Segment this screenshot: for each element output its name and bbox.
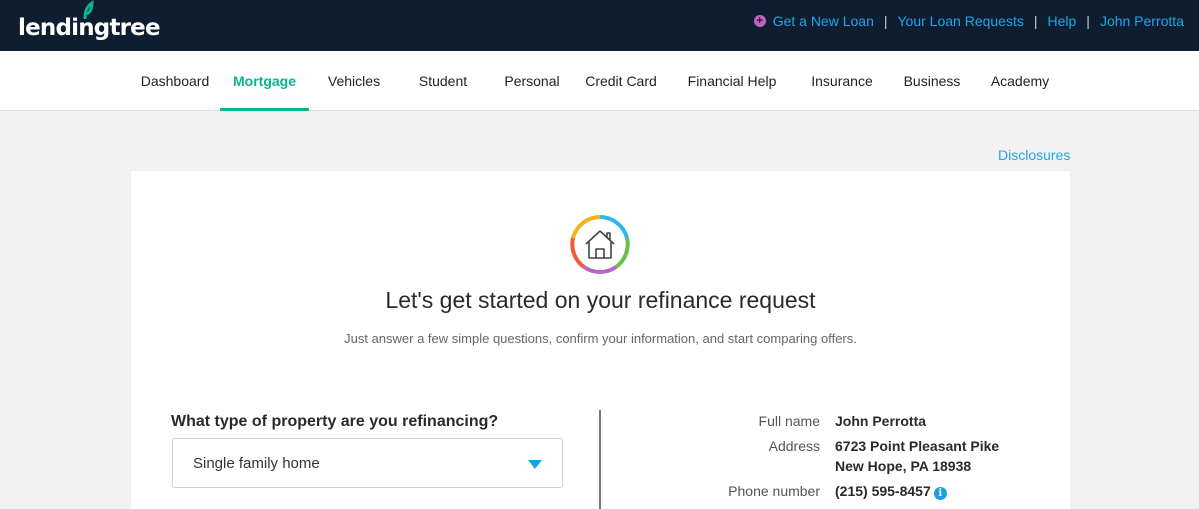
link-separator: |: [883, 13, 888, 29]
header-links: + Get a New Loan | Your Loan Requests | …: [753, 0, 1184, 42]
refinance-card: Let's get started on your refinance requ…: [131, 171, 1070, 509]
nav-credit-card[interactable]: Credit Card: [577, 51, 665, 111]
help-link[interactable]: Help: [1048, 13, 1077, 29]
your-loan-requests-link[interactable]: Your Loan Requests: [898, 13, 1024, 29]
nav-insurance[interactable]: Insurance: [800, 51, 884, 111]
nav-student[interactable]: Student: [400, 51, 486, 111]
main-nav: Dashboard Mortgage Vehicles Student Pers…: [0, 51, 1199, 111]
phone-label: Phone number: [728, 483, 820, 499]
plus-circle-icon: +: [753, 15, 766, 27]
leaf-icon: [83, 0, 94, 20]
nav-financial-help[interactable]: Financial Help: [682, 51, 782, 111]
full-name-label: Full name: [758, 413, 820, 429]
address-line1: 6723 Point Pleasant Pike: [835, 438, 1000, 454]
page-subtitle: Just answer a few simple questions, conf…: [344, 331, 857, 346]
info-icon[interactable]: i: [933, 487, 947, 500]
nav-personal[interactable]: Personal: [490, 51, 574, 111]
user-account-link[interactable]: John Perrotta: [1100, 13, 1184, 29]
page-title: Let's get started on your refinance requ…: [385, 287, 816, 313]
top-header: lendingtree + Get a New Loan | Your Loan…: [0, 0, 1199, 51]
lendingtree-logo[interactable]: lendingtree: [18, 0, 161, 42]
phone-row: (215) 595-8457 i: [835, 483, 947, 500]
address-line2: New Hope, PA 18938: [835, 458, 972, 474]
nav-dashboard[interactable]: Dashboard: [133, 51, 217, 111]
property-type-select[interactable]: Single family home: [172, 438, 563, 488]
property-type-label: What type of property are you refinancin…: [171, 413, 499, 430]
column-divider: [599, 410, 601, 509]
full-name-value: John Perrotta: [835, 413, 927, 429]
link-separator: |: [1086, 13, 1090, 29]
caret-down-icon: [528, 460, 542, 469]
disclosures-link[interactable]: Disclosures: [998, 147, 1070, 163]
property-type-value: Single family home: [193, 455, 320, 472]
link-separator: |: [1033, 13, 1038, 29]
nav-academy[interactable]: Academy: [978, 51, 1062, 111]
house-icon: [570, 215, 630, 275]
nav-business[interactable]: Business: [890, 51, 974, 111]
nav-vehicles[interactable]: Vehicles: [312, 51, 396, 111]
get-new-loan-link[interactable]: Get a New Loan: [773, 13, 874, 29]
address-label: Address: [768, 438, 820, 454]
phone-value: (215) 595-8457: [835, 483, 931, 499]
nav-mortgage[interactable]: Mortgage: [220, 51, 309, 111]
